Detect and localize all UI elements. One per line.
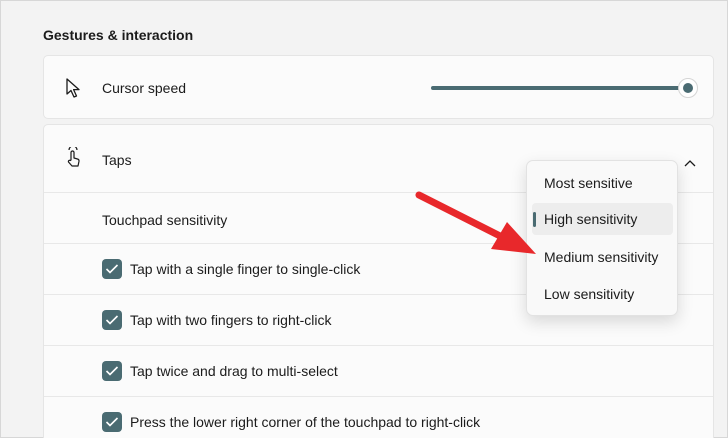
- tap-option-label: Tap with a single finger to single-click: [130, 261, 361, 277]
- checkbox-checked[interactable]: [102, 310, 122, 330]
- section-title: Gestures & interaction: [43, 27, 194, 43]
- cursor-arrow-icon: [65, 78, 81, 101]
- touchpad-sensitivity-label: Touchpad sensitivity: [102, 212, 228, 228]
- tap-option-label: Tap with two fingers to right-click: [130, 312, 332, 328]
- menu-item-high-sensitivity[interactable]: High sensitivity: [532, 203, 673, 235]
- sensitivity-dropdown-menu: Most sensitive High sensitivity Medium s…: [526, 160, 678, 316]
- checkbox-checked[interactable]: [102, 259, 122, 279]
- tap-option-lower-right-corner[interactable]: Press the lower right corner of the touc…: [44, 397, 713, 438]
- cursor-speed-slider-thumb[interactable]: [678, 78, 698, 98]
- cursor-speed-label: Cursor speed: [102, 80, 187, 96]
- selected-indicator: [533, 212, 536, 227]
- checkbox-checked[interactable]: [102, 412, 122, 432]
- tap-option-label: Press the lower right corner of the touc…: [130, 414, 481, 430]
- chevron-up-icon[interactable]: [684, 154, 696, 170]
- cursor-speed-card: Cursor speed: [43, 55, 714, 119]
- cursor-speed-slider-track[interactable]: [431, 86, 688, 90]
- tap-hand-icon: [64, 145, 82, 172]
- tap-option-tap-twice-drag[interactable]: Tap twice and drag to multi-select: [44, 346, 713, 396]
- menu-item-most-sensitive[interactable]: Most sensitive: [532, 167, 673, 199]
- menu-item-medium-sensitivity[interactable]: Medium sensitivity: [532, 241, 673, 273]
- tap-option-label: Tap twice and drag to multi-select: [130, 363, 338, 379]
- menu-item-label: High sensitivity: [544, 211, 638, 227]
- taps-label: Taps: [102, 152, 132, 168]
- menu-item-low-sensitivity[interactable]: Low sensitivity: [532, 278, 673, 310]
- checkbox-checked[interactable]: [102, 361, 122, 381]
